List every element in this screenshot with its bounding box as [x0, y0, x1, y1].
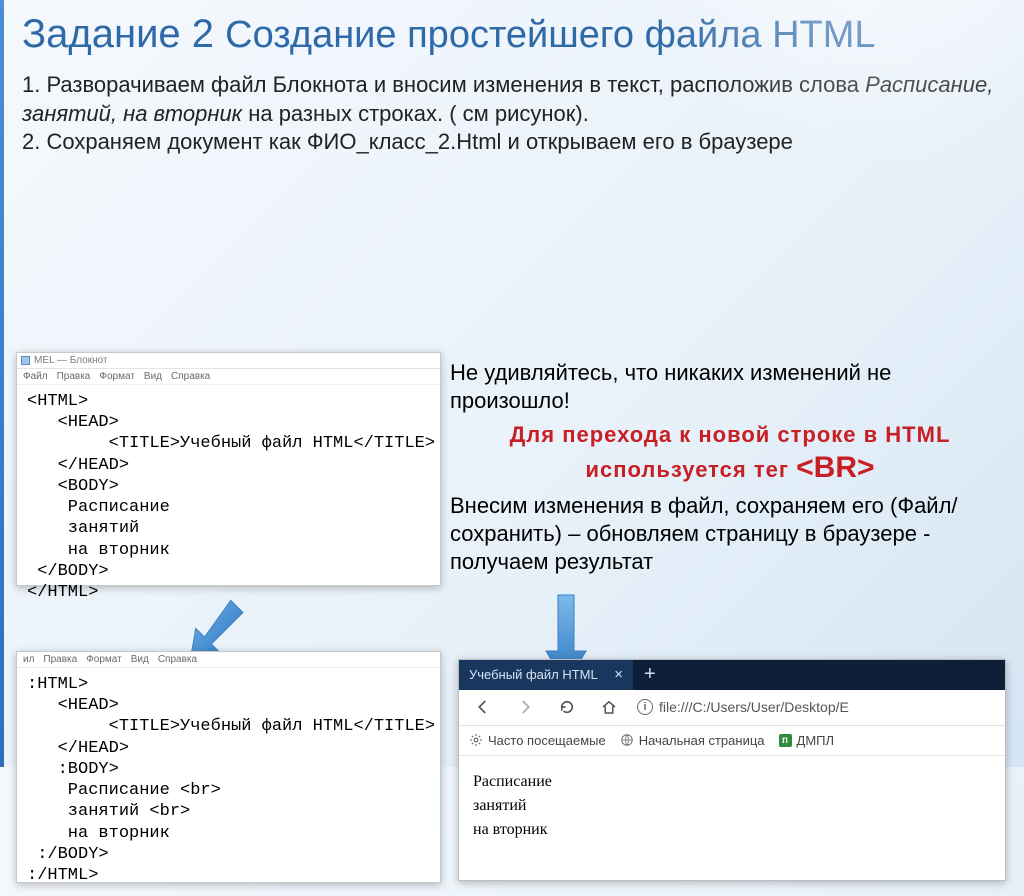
br-tag: <BR>	[796, 451, 874, 484]
browser-page-content: Расписание занятий на вторник	[459, 756, 1005, 856]
page-line-3: на вторник	[473, 818, 991, 842]
globe-icon	[620, 733, 634, 747]
notepad-titlebar: MEL — Блокнот	[17, 353, 440, 369]
browser-tab[interactable]: Учебный файл HTML ×	[459, 660, 634, 690]
reload-button[interactable]	[553, 693, 581, 721]
notepad-title: MEL — Блокнот	[34, 355, 108, 366]
notepad-code-1: <HTML> <HEAD> <TITLE>Учебный файл HTML</…	[17, 385, 440, 614]
br-explanation-text: Для перехода к новой строке в HTML испол…	[510, 422, 951, 482]
site-icon: п	[779, 734, 792, 747]
page-line-1: Расписание	[473, 770, 991, 794]
back-button[interactable]	[469, 693, 497, 721]
bm2-label: Начальная страница	[639, 733, 765, 748]
home-button[interactable]	[595, 693, 623, 721]
url-text: file:///C:/Users/User/Desktop/Е	[659, 699, 849, 715]
notepad-icon	[21, 356, 30, 365]
save-result-text: Внесим изменения в файл, сохраняем его (…	[450, 490, 1010, 578]
plus-icon: +	[644, 663, 656, 686]
menu2-file: ил	[23, 654, 34, 665]
new-tab-button[interactable]: +	[634, 660, 667, 690]
info-icon[interactable]: i	[637, 699, 653, 715]
url-bar[interactable]: i file:///C:/Users/User/Desktop/Е	[637, 699, 849, 715]
menu2-help: Справка	[158, 654, 197, 665]
menu-file: Файл	[23, 371, 48, 382]
tab-close-icon[interactable]: ×	[614, 666, 623, 683]
notepad-menubar: Файл Правка Формат Вид Справка	[17, 369, 440, 385]
bookmark-bar: Часто посещаемые Начальная страница п ДМ…	[459, 726, 1005, 756]
forward-button[interactable]	[511, 693, 539, 721]
menu-help: Справка	[171, 371, 210, 382]
browser-tabbar: Учебный файл HTML × +	[459, 660, 1005, 690]
surprise-text: Не удивляйтесь, что никаких изменений не…	[450, 357, 1010, 417]
instruction-1b: на разных строках. ( см рисунок).	[242, 101, 589, 126]
notepad-screenshot-1: MEL — Блокнот Файл Правка Формат Вид Спр…	[16, 352, 441, 586]
right-column: Не удивляйтесь, что никаких изменений не…	[450, 357, 1010, 578]
browser-toolbar: i file:///C:/Users/User/Desktop/Е	[459, 690, 1005, 726]
menu-format: Формат	[99, 371, 135, 382]
menu-edit: Правка	[57, 371, 91, 382]
menu-view: Вид	[144, 371, 162, 382]
notepad-menubar-2: ил Правка Формат Вид Справка	[17, 652, 440, 668]
bm1-label: Часто посещаемые	[488, 733, 606, 748]
notepad-code-2: :HTML> <HEAD> <TITLE>Учебный файл HTML</…	[17, 668, 440, 896]
gear-icon	[469, 733, 483, 747]
page-line-2: занятий	[473, 794, 991, 818]
slide-accent-bar	[0, 0, 4, 767]
menu2-format: Формат	[86, 654, 122, 665]
browser-screenshot: Учебный файл HTML × + i file:///C:/Use	[458, 659, 1006, 881]
tab-title: Учебный файл HTML	[469, 667, 598, 682]
bookmark-frequent[interactable]: Часто посещаемые	[469, 733, 606, 748]
bm3-label: ДМПЛ	[797, 733, 835, 748]
menu2-edit: Правка	[43, 654, 77, 665]
bookmark-startpage[interactable]: Начальная страница	[620, 733, 765, 748]
br-explanation: Для перехода к новой строке в HTML испол…	[450, 417, 1010, 490]
title-main: Задание 2	[22, 12, 225, 56]
bookmark-dmpl[interactable]: п ДМПЛ	[779, 733, 835, 748]
menu2-view: Вид	[131, 654, 149, 665]
